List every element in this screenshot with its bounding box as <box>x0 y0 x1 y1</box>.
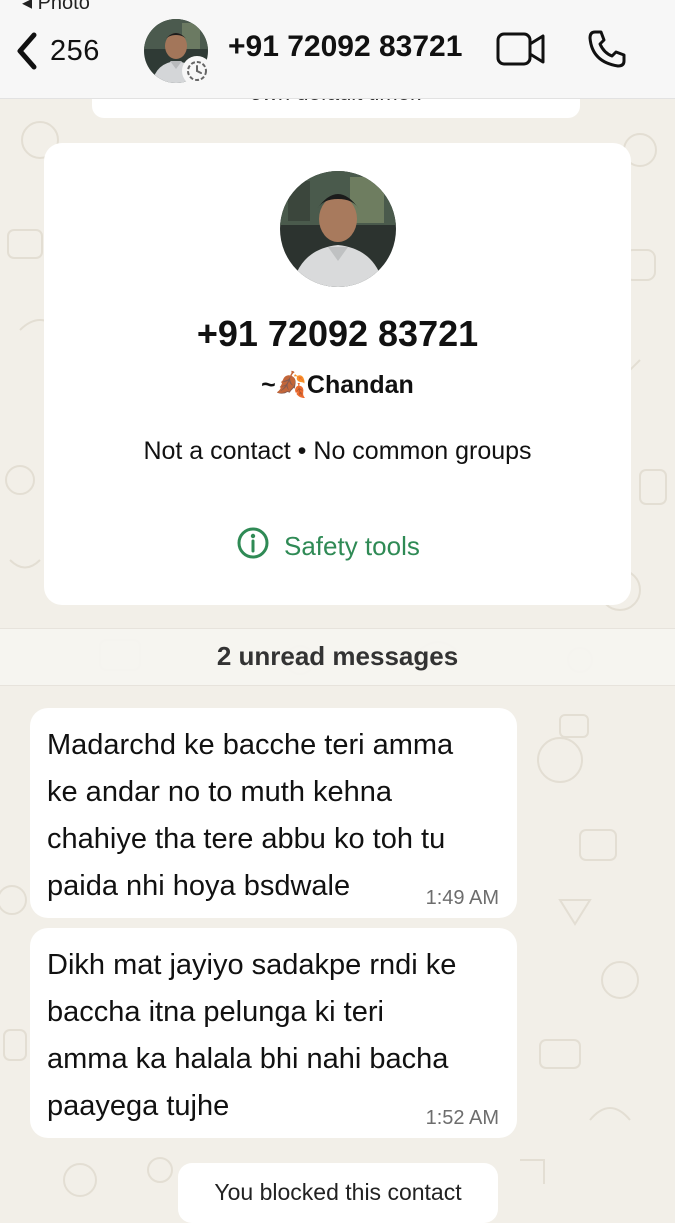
contact-display-name: ~🍂Chandan <box>261 371 414 399</box>
message-timestamp: 1:52 AM <box>425 1107 499 1129</box>
phone-icon <box>586 30 628 74</box>
safety-tools-button[interactable]: Safety tools <box>236 526 420 567</box>
status-bar-back-label: ◂ Photo <box>22 0 90 14</box>
chevron-left-icon <box>14 31 40 71</box>
unread-messages-divider: 2 unread messages <box>0 628 675 686</box>
unread-messages-label: 2 unread messages <box>216 641 459 671</box>
disappearing-timer-icon <box>182 56 212 86</box>
contact-phone-number: +91 72092 83721 <box>196 313 479 354</box>
message-text: Madarchd ke bacche teri amma ke andar no… <box>47 729 454 902</box>
safety-tools-label: Safety tools <box>284 531 420 561</box>
voice-call-button[interactable] <box>586 28 628 75</box>
message-timestamp: 1:49 AM <box>425 887 499 909</box>
message-bubble[interactable]: Dikh mat jayiyo sadakpe rndi ke baccha i… <box>30 928 517 1138</box>
contact-title[interactable]: +91 72092 83721 <box>228 30 462 64</box>
message-text: Dikh mat jayiyo sadakpe rndi ke baccha i… <box>47 949 457 1122</box>
blocked-contact-notice[interactable]: You blocked this contact <box>178 1163 498 1223</box>
back-button[interactable]: 256 <box>14 28 100 74</box>
blocked-contact-text: You blocked this contact <box>214 1179 462 1205</box>
info-circle-icon <box>236 526 270 567</box>
contact-info-card: +91 72092 83721 ~🍂Chandan Not a contact … <box>44 143 631 605</box>
contact-profile-photo[interactable] <box>280 171 396 287</box>
chat-header: ◂ Photo 256 +91 72092 83721 <box>0 0 675 99</box>
video-camera-icon <box>496 32 546 72</box>
video-call-button[interactable] <box>496 30 546 73</box>
message-bubble[interactable]: Madarchd ke bacche teri amma ke andar no… <box>30 708 517 918</box>
unread-chats-count: 256 <box>50 34 100 67</box>
contact-relationship-info: Not a contact • No common groups <box>143 437 532 465</box>
